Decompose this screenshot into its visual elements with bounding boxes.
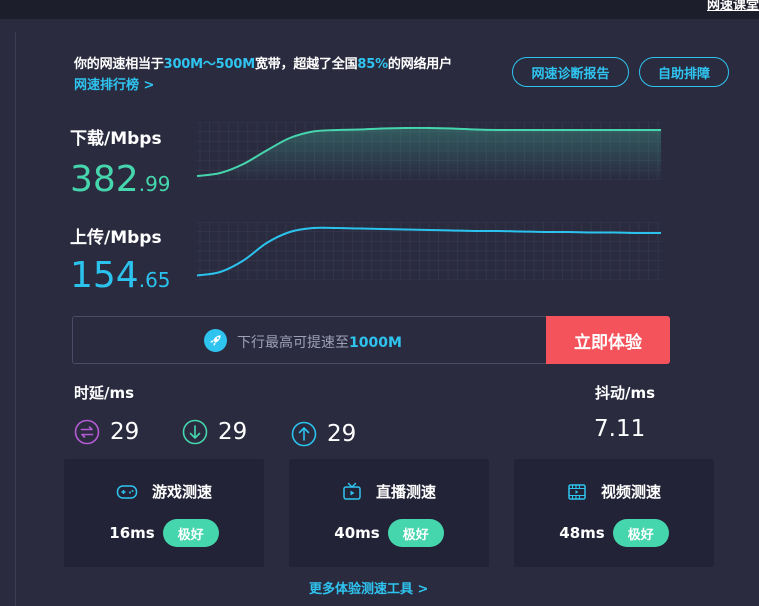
arrow-up-icon: [291, 421, 317, 447]
upload-latency-value: 29: [327, 421, 357, 447]
summary-prefix: 你的网速相当于: [74, 57, 164, 72]
speed-summary: 你的网速相当于300M～500M宽带，超越了全国85%的网络用户: [74, 53, 452, 72]
promo-text: 下行最高可提速至1000M: [237, 332, 402, 352]
summary-suffix: 的网络用户: [387, 57, 452, 72]
promo-highlight: 1000M: [349, 335, 402, 351]
tv-icon: [343, 482, 361, 500]
upload-value: 154.65: [70, 258, 171, 294]
ping-item: 29: [74, 419, 139, 445]
try-now-button[interactable]: 立即体验: [546, 316, 670, 364]
status-badge: 极好: [387, 519, 444, 547]
card-title: 游戏测速: [64, 481, 264, 502]
panel-border: [15, 32, 16, 606]
card-title-text: 游戏测速: [151, 483, 212, 501]
card-title: 直播测速: [289, 481, 489, 502]
jitter-value: 7.11: [594, 416, 646, 442]
speed-class-link[interactable]: 网速课堂: [707, 0, 759, 13]
download-latency-item: 29: [182, 419, 247, 445]
game-speed-card[interactable]: 游戏测速 16ms 极好: [64, 459, 264, 567]
download-value: 382.99: [70, 162, 171, 198]
card-ms: 48ms: [559, 524, 605, 542]
card-result: 40ms 极好: [289, 519, 489, 547]
download-int: 382: [70, 159, 139, 200]
upload-chart: [196, 222, 662, 280]
video-speed-card[interactable]: 视频测速 48ms 极好: [514, 459, 714, 567]
promo-bar: 下行最高可提速至1000M 立即体验: [72, 316, 670, 364]
status-badge: 极好: [162, 519, 219, 547]
download-latency-value: 29: [218, 419, 248, 445]
upload-latency-item: 29: [291, 421, 356, 447]
gamepad-icon: [116, 484, 138, 499]
card-title-text: 直播测速: [375, 483, 436, 501]
card-title: 视频测速: [514, 481, 714, 502]
jitter-item: 7.11: [594, 416, 645, 442]
summary-percent: 85%: [357, 57, 388, 72]
card-result: 48ms 极好: [514, 519, 714, 547]
status-badge: 极好: [612, 519, 669, 547]
card-ms: 16ms: [109, 524, 155, 542]
ping-icon: [74, 419, 100, 445]
download-label: 下载/Mbps: [70, 129, 162, 149]
jitter-label: 抖动/ms: [595, 384, 656, 402]
live-speed-card[interactable]: 直播测速 40ms 极好: [289, 459, 489, 567]
summary-bandwidth: 300M～500M: [163, 57, 256, 72]
more-tools-link[interactable]: 更多体验测速工具 >: [309, 578, 428, 597]
video-icon: [568, 483, 586, 500]
arrow-down-icon: [182, 419, 208, 445]
speed-rank-link[interactable]: 网速排行榜 >: [74, 74, 154, 93]
rocket-icon: [204, 329, 227, 352]
latency-label: 时延/ms: [74, 384, 135, 402]
card-result: 16ms 极好: [64, 519, 264, 547]
self-help-button[interactable]: 自助排障: [639, 57, 729, 87]
card-ms: 40ms: [334, 524, 380, 542]
download-chart: [196, 122, 662, 180]
download-dec: .99: [138, 172, 171, 196]
top-bar: [0, 0, 759, 19]
upload-int: 154: [70, 255, 139, 296]
diagnose-report-button[interactable]: 网速诊断报告: [512, 57, 629, 87]
upload-label: 上传/Mbps: [70, 228, 162, 248]
card-title-text: 视频测速: [600, 483, 661, 501]
summary-middle: 宽带，超越了全国: [254, 57, 358, 72]
ping-value: 29: [110, 419, 140, 445]
promo-prefix: 下行最高可提速至: [237, 335, 349, 351]
upload-dec: .65: [138, 268, 171, 292]
